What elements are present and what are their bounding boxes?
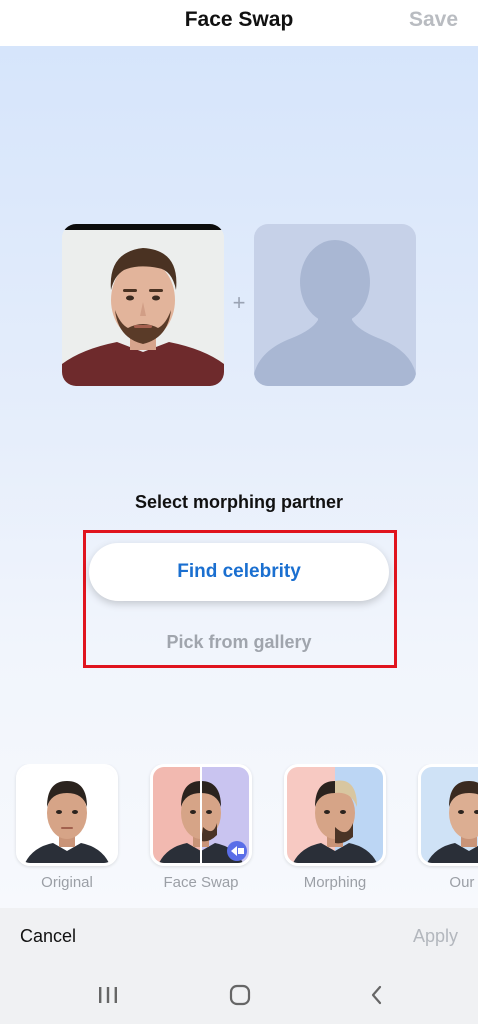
filter-strip: Original Face Swap Morphing Our <box>0 764 478 894</box>
face-thumbnail-image <box>421 767 478 863</box>
partner-placeholder[interactable] <box>254 224 416 386</box>
save-button[interactable]: Save <box>409 8 458 32</box>
cancel-button[interactable]: Cancel <box>20 926 76 947</box>
recents-icon[interactable] <box>88 980 128 1010</box>
system-navigation-bar <box>0 966 478 1024</box>
filter-thumbnail <box>16 764 118 866</box>
filter-label: Original <box>41 874 93 891</box>
action-bar: Cancel Apply <box>0 908 478 966</box>
filter-label: Our S <box>449 874 478 891</box>
home-icon[interactable] <box>220 980 260 1010</box>
morphing-prompt: Select morphing partner <box>134 492 344 512</box>
user-photo[interactable] <box>62 224 224 386</box>
user-face-image <box>62 230 224 386</box>
plus-sign: + <box>232 290 246 315</box>
page-title: Face Swap <box>184 8 294 31</box>
filter-label: Morphing <box>303 874 367 891</box>
filter-item-face-swap[interactable]: Face Swap <box>150 764 252 891</box>
filter-item-original[interactable]: Original <box>16 764 118 891</box>
back-icon[interactable] <box>356 980 396 1010</box>
face-thumbnail-image <box>153 767 249 863</box>
filter-thumbnail <box>150 764 252 866</box>
filter-item-our-selection[interactable]: Our S <box>418 764 478 891</box>
photo-top-edge <box>62 224 224 230</box>
filter-thumbnail <box>284 764 386 866</box>
filter-label: Face Swap <box>163 874 239 891</box>
filter-thumbnail <box>418 764 478 866</box>
apply-button[interactable]: Apply <box>413 926 458 947</box>
pick-from-gallery-button[interactable]: Pick from gallery <box>89 620 389 664</box>
find-celebrity-button[interactable]: Find celebrity <box>89 543 389 601</box>
filter-item-morphing[interactable]: Morphing <box>284 764 386 891</box>
top-bar: Face Swap Save <box>0 0 478 46</box>
person-silhouette-icon <box>254 240 416 386</box>
face-thumbnail-image <box>19 767 115 863</box>
face-thumbnail-image <box>287 767 383 863</box>
